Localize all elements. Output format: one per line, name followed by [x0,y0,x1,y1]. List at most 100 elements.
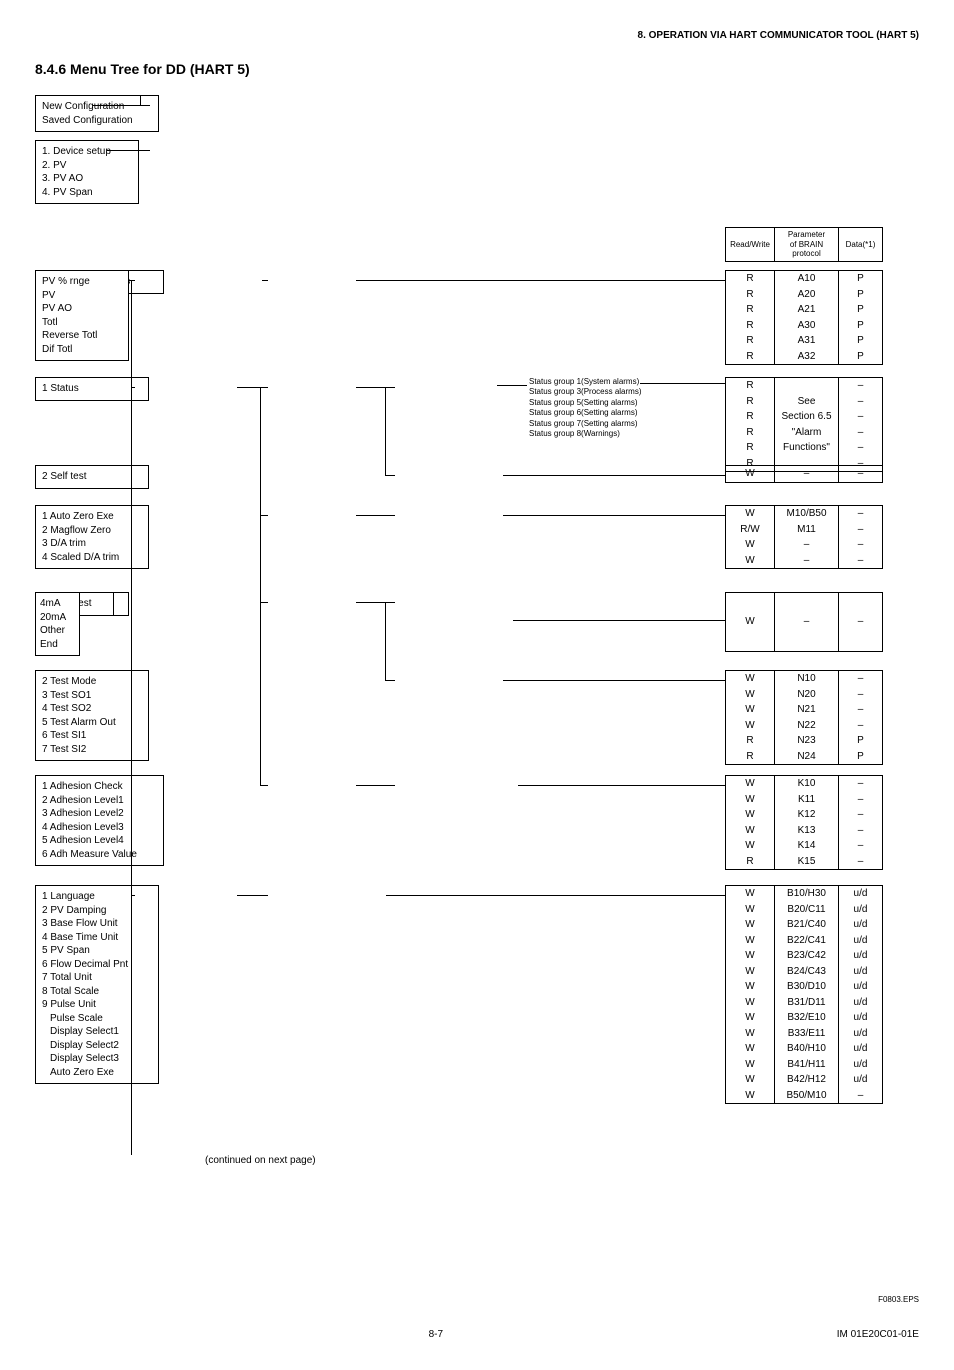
table-cell: B40/H10 [775,1041,839,1057]
list-item: 2 Adhesion Level1 [42,794,157,808]
table-cell: R [726,271,775,287]
table-cell: u/d [839,1010,883,1026]
table-cell: B41/H11 [775,1057,839,1073]
table-cell: P [839,318,883,334]
table-cell: u/d [839,933,883,949]
table-cell: W [726,1026,775,1042]
process-variables-list: PV % rnge PV PV AO Totl Reverse Totl Dif… [35,270,129,361]
list-item: 4mA [40,597,75,611]
table-cell: B22/C41 [775,933,839,949]
data-table-procvar: RA10PRA20PRA21PRA30PRA31PRA32P [725,270,883,365]
table-cell: – [839,854,883,870]
list-item: Auto Zero Exe [42,1066,152,1080]
list-item: Status group 8(Warnings) [529,429,642,439]
table-cell: – [839,687,883,703]
table-cell: – [839,506,883,522]
table-cell: – [839,409,883,425]
table-cell: u/d [839,886,883,902]
table-cell: W [726,917,775,933]
table-cell: K11 [775,792,839,808]
list-item: Saved Configuration [42,114,152,128]
table-cell: R [726,333,775,349]
table-cell: – [775,537,839,553]
list-item: Status group 7(Setting alarms) [529,419,642,429]
list-item: 5 Adhesion Level4 [42,834,157,848]
list-item: Display Select1 [42,1025,152,1039]
table-cell: Functions" [775,440,839,456]
table-cell: R [726,349,775,365]
table-cell: W [726,807,775,823]
diagnosis-list: 1 Adhesion Check 2 Adhesion Level1 3 Adh… [35,775,164,866]
data-table-diagnosis: WK10–WK11–WK12–WK13–WK14–RK15– [725,775,883,870]
table-cell: W [726,671,775,687]
table-cell: W [726,1010,775,1026]
table-cell: P [839,349,883,365]
table-cell: u/d [839,1057,883,1073]
table-cell: W [726,1041,775,1057]
data-table-outtest: WN10–WN20–WN21–WN22–RN23PRN24P [725,670,883,765]
table-cell: B23/C42 [775,948,839,964]
table-cell: – [839,702,883,718]
table-cell: W [726,995,775,1011]
list-item: Totl [42,316,122,330]
table-cell: See [775,394,839,410]
table-cell: – [839,718,883,734]
table-cell: P [839,749,883,765]
table-cell: B24/C43 [775,964,839,980]
table-cell: A30 [775,318,839,334]
list-item: New Configuration [42,100,152,114]
list-item: 5 Test Alarm Out [42,716,142,730]
list-item: 2 PV Damping [42,904,152,918]
table-cell: R [726,302,775,318]
table-cell: R [726,425,775,441]
table-cell: K13 [775,823,839,839]
table-cell: u/d [839,1026,883,1042]
table-cell: u/d [839,1072,883,1088]
table-cell: A31 [775,333,839,349]
table-cell: M11 [775,522,839,538]
table-cell: – [839,537,883,553]
table-cell [775,378,839,394]
list-item: 6 Adh Measure Value [42,848,157,862]
table-cell: A21 [775,302,839,318]
list-item: 2 Test Mode [42,675,142,689]
list-item: 4. PV Span [42,186,132,200]
table-cell: – [839,671,883,687]
table-cell: u/d [839,948,883,964]
table-cell: W [726,838,775,854]
list-item: 4 Base Time Unit [42,931,152,945]
table-cell: W [726,1057,775,1073]
list-item: 6 Flow Decimal Pnt [42,958,152,972]
list-item: PV % rnge [42,275,122,289]
list-item: Status group 6(Setting alarms) [529,408,642,418]
list-item: 20mA [40,611,75,625]
table-cell: W [726,1072,775,1088]
table-cell: W [726,593,775,652]
continued-note: (continued on next page) [205,1155,316,1166]
im-number: IM 01E20C01-01E [837,1329,919,1340]
table-cell: u/d [839,995,883,1011]
table-cell: u/d [839,902,883,918]
list-item: 3 Adhesion Level2 [42,807,157,821]
label: 1 Status [42,383,79,394]
table-cell: W [726,886,775,902]
table-cell: A20 [775,287,839,303]
table-cell: K12 [775,807,839,823]
table-cell: W [726,466,775,483]
table-cell: B20/C11 [775,902,839,918]
table-cell: W [726,1088,775,1104]
table-cell: A32 [775,349,839,365]
table-cell: W [726,933,775,949]
table-cell: N23 [775,733,839,749]
list-item: 5 PV Span [42,944,152,958]
table-cell: – [839,823,883,839]
table-cell: N24 [775,749,839,765]
list-item: 7 Total Unit [42,971,152,985]
table-cell: "Alarm [775,425,839,441]
table-cell: P [839,271,883,287]
list-item: PV [42,289,122,303]
list-item: PV AO [42,302,122,316]
list-item: 1 Language [42,890,152,904]
list-item: Status group 1(System alarms) [529,377,642,387]
table-cell: N21 [775,702,839,718]
